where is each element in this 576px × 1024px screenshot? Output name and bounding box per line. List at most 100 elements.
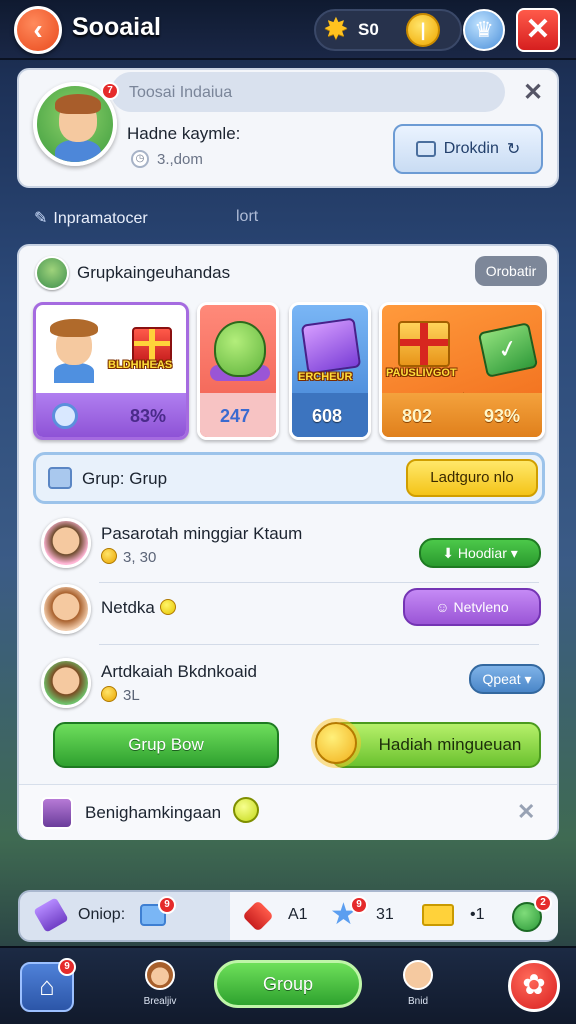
close-icon: ✕ (525, 13, 551, 46)
member-action-button[interactable]: ☺ Netvleno (403, 588, 541, 626)
member-name-text: Netdka (101, 598, 155, 617)
member-name: Netdka (101, 598, 182, 618)
mystery-box-icon (300, 317, 362, 375)
crown-button[interactable]: ♛ (463, 9, 505, 51)
profile-action-label: Drokdin (443, 140, 499, 157)
member-action-label: Qpeat (482, 671, 521, 687)
close-button[interactable]: ✕ (516, 8, 560, 52)
tile-value-b: 93% (484, 406, 521, 426)
member-action-button[interactable]: Qpeat ▾ (469, 664, 545, 694)
member-name: Artdkaiah Bkdnkoaid (101, 662, 257, 681)
stats-badge: 9 (158, 896, 176, 914)
profile-name: Hadne kaymle: (127, 124, 241, 143)
kid-body (54, 363, 94, 383)
envelope-icon[interactable] (422, 904, 454, 926)
nav-friend[interactable]: Bnid (388, 960, 448, 1007)
tile-value: 83% (130, 406, 167, 426)
group-search-label: Grup: Grup (82, 469, 168, 488)
nav-friend-label: Bnid (407, 996, 428, 1007)
tile-label: PAUSLIVGOT (386, 367, 457, 379)
stat-value-3-text: 1 (475, 906, 485, 923)
member-sub: 3L (101, 686, 140, 704)
coin-icon[interactable]: | (406, 13, 440, 47)
back-button[interactable]: ‹ (14, 6, 62, 54)
group-nav-button[interactable]: Group (214, 960, 362, 1008)
member-row[interactable]: Netdka ☺ Netvleno (19, 580, 559, 640)
profile-sub: 3.,dom (157, 151, 203, 168)
reward-tile-4[interactable]: ✓ PAUSLIVGOT sot 802 93% (379, 302, 545, 440)
avatar-body (55, 140, 101, 162)
section-label-text: Inpramatocer (53, 210, 148, 227)
member-avatar (41, 518, 91, 568)
refresh-icon: ↻ (506, 141, 521, 158)
member-action-label: Hoodiar (457, 545, 507, 561)
clock-icon: ◷ (131, 150, 149, 168)
coin-icon (101, 686, 117, 702)
tile-label: BLDHIHEAS (108, 359, 173, 371)
profile-search-field[interactable]: Toosai Indaiua (111, 72, 505, 112)
group-search-bar[interactable]: Grup: Grup Ladtguro nlo (33, 452, 545, 504)
reward-tile-2[interactable]: 247 (197, 302, 279, 440)
chat-badge: 2 (534, 894, 552, 912)
chevron-left-icon: ‹ (33, 14, 43, 45)
profile-action-button[interactable]: Drokdin ↻ (393, 124, 543, 174)
group-panel: Grupkaingeuhandas Orobatir BLDHIHEAS 83%… (17, 244, 559, 840)
profile-close-icon[interactable]: ✕ (523, 78, 543, 107)
reward-tile-3[interactable]: ERCHEUR 608 (289, 302, 371, 440)
home-icon: ⌂ (39, 971, 55, 1001)
footer-row[interactable]: Benighamkingaan ✕ (19, 784, 557, 840)
divider (99, 644, 539, 645)
coin-icon (101, 548, 117, 564)
reward-tile-1[interactable]: BLDHIHEAS 83% (33, 302, 189, 440)
member-name: Pasarotah minggiar Ktaum (101, 524, 303, 543)
bottom-nav: ⌂ 9 Brealjiv Group Bnid ✿ (0, 946, 576, 1024)
member-avatar (41, 658, 91, 708)
stat-value-1: A1 (288, 906, 308, 923)
group-tag-button[interactable]: Orobatir (475, 256, 547, 286)
member-sub: 3, 30 (101, 548, 156, 566)
weekly-reward-button[interactable]: Hadiah mingueuan (331, 722, 541, 768)
ring-icon (52, 403, 78, 429)
stat-value-3: •1 (470, 906, 485, 923)
top-bar: ‹ Sooaial ✸ S0 | ♛ ✕ (0, 0, 576, 60)
member-sub-value: 3L (123, 687, 140, 704)
gold-gift-icon (398, 321, 450, 367)
stats-right: A1 ★ 9 31 •1 2 (230, 892, 558, 940)
stats-bar: Oniop: 9 A1 ★ 9 31 •1 2 (18, 890, 558, 942)
member-row[interactable]: Artdkaiah Bkdnkoaid 3L Qpeat ▾ (19, 654, 559, 714)
footer-text: Benighamkingaan (85, 803, 222, 822)
member-action-label: Netvleno (453, 599, 509, 615)
crown-icon: ♛ (474, 17, 494, 42)
friend-face-icon (403, 960, 433, 990)
profile-card: Toosai Indaiua ✕ 7 Hadne kaymle: ◷ 3.,do… (17, 68, 559, 188)
group-avatar (35, 256, 69, 290)
member-row[interactable]: Pasarotah minggiar Ktaum 3, 30 ⬇ Hoodiar… (19, 516, 559, 576)
card-icon: ✓ (477, 322, 539, 378)
gem-icon (242, 900, 274, 932)
nav-profile[interactable]: Brealjiv (130, 960, 190, 1007)
profile-face-icon (145, 960, 175, 990)
section-label: ✎ Inpramatocer (34, 208, 148, 228)
eraser-icon (33, 897, 69, 933)
member-action-button[interactable]: ⬇ Hoodiar ▾ (419, 538, 541, 568)
section-aside: lort (236, 208, 259, 225)
group-bow-button[interactable]: Grup Bow (53, 722, 279, 768)
kid-hair (50, 319, 98, 337)
stat-value-2: 31 (376, 906, 394, 923)
character-icon (214, 321, 266, 377)
profile-badge: 7 (101, 82, 119, 100)
tile-value: 247 (220, 406, 251, 426)
smiley-icon (233, 797, 259, 823)
group-search-button[interactable]: Ladtguro nlo (406, 459, 538, 497)
card-icon (415, 141, 436, 157)
tile-value: 608 (312, 406, 343, 426)
pencil-icon: ✎ (34, 210, 48, 227)
nav-profile-label: Brealjiv (143, 996, 177, 1007)
currency-value: S0 (358, 20, 379, 39)
gift-icon (132, 327, 172, 363)
close-icon[interactable]: ✕ (517, 799, 535, 825)
settings-button[interactable]: ✿ (508, 960, 560, 1012)
coin-icon (159, 599, 176, 615)
tile-label: ERCHEUR (298, 371, 353, 383)
tile-value-a: 802 (402, 406, 433, 426)
